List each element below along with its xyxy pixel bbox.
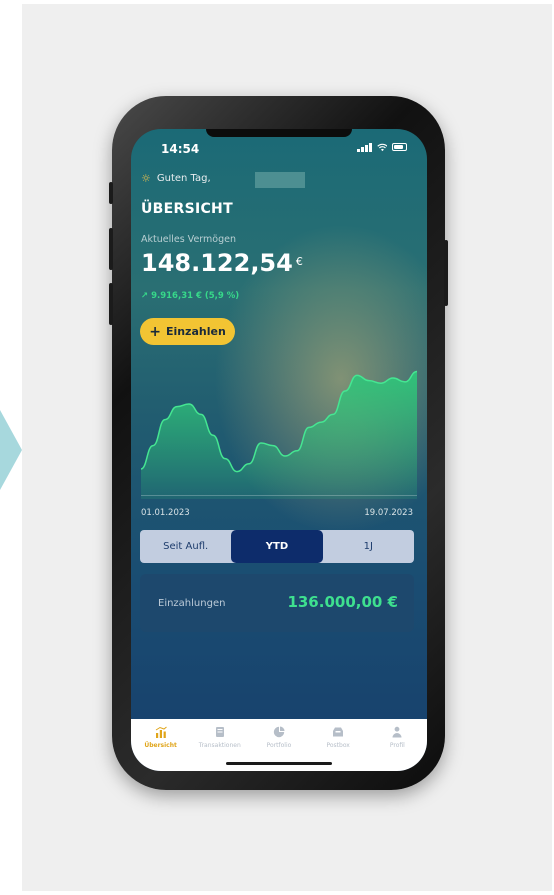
greeting-text: Guten Tag, — [156, 173, 211, 184]
deposits-value: 136.000,00 € — [287, 593, 398, 611]
range-selector: Seit Aufl. YTD 1J — [140, 530, 414, 563]
volume-down-button — [109, 283, 113, 325]
currency-symbol: € — [295, 255, 303, 268]
tab-overview-label: Übersicht — [144, 742, 177, 749]
performance-chart — [141, 370, 417, 499]
tab-overview[interactable]: Übersicht — [133, 726, 189, 771]
deposits-card[interactable]: Einzahlungen 136.000,00 € — [140, 574, 414, 632]
status-icons — [357, 141, 407, 153]
chart-start-date: 01.01.2023 — [141, 508, 190, 518]
sun-icon: ☼ — [141, 172, 151, 185]
battery-icon — [392, 143, 407, 151]
chart-baseline — [141, 495, 417, 496]
plus-icon: + — [149, 323, 161, 340]
status-time: 14:54 — [161, 142, 200, 156]
notch — [206, 129, 352, 137]
tab-profile-label: Profil — [389, 742, 405, 749]
wealth-label: Aktuelles Vermögen — [141, 234, 236, 245]
range-option-1y[interactable]: 1J — [323, 530, 414, 563]
app-screen: 14:54 ☼ Guten Tag, ÜBERSICHT Aktuelles V… — [131, 129, 427, 771]
deposit-label: Einzahlen — [165, 325, 226, 338]
range-option-since-start[interactable]: Seit Aufl. — [140, 530, 231, 563]
signal-icon — [357, 142, 372, 152]
tab-profile[interactable]: Profil — [369, 726, 425, 771]
mute-switch — [109, 182, 113, 204]
redacted-name — [255, 172, 305, 188]
inbox-icon — [333, 727, 344, 737]
tab-postbox-label: Postbox — [326, 742, 350, 749]
bar-chart-icon — [155, 726, 167, 738]
chart-end-date: 19.07.2023 — [364, 508, 413, 518]
deposit-button[interactable]: + Einzahlen — [140, 318, 235, 345]
greeting: ☼ Guten Tag, — [141, 172, 211, 185]
decorative-arrow — [0, 410, 22, 490]
tab-transactions-label: Transaktionen — [198, 742, 241, 749]
wifi-icon — [376, 143, 388, 151]
power-button — [444, 240, 448, 306]
wealth-change: ↗ 9.916,31 € (5,9 %) — [141, 291, 240, 301]
tab-portfolio-label: Portfolio — [266, 742, 292, 749]
receipt-icon — [215, 727, 224, 737]
page-title: ÜBERSICHT — [141, 201, 233, 217]
volume-up-button — [109, 228, 113, 270]
range-option-ytd[interactable]: YTD — [231, 530, 323, 563]
chart-area — [141, 371, 417, 499]
wealth-amount: 148.122,54 € — [141, 249, 303, 277]
pie-chart-icon — [273, 726, 285, 738]
wealth-value: 148.122,54 — [141, 249, 293, 277]
deposits-label: Einzahlungen — [158, 598, 226, 609]
person-icon — [392, 726, 402, 738]
home-indicator — [226, 762, 332, 765]
